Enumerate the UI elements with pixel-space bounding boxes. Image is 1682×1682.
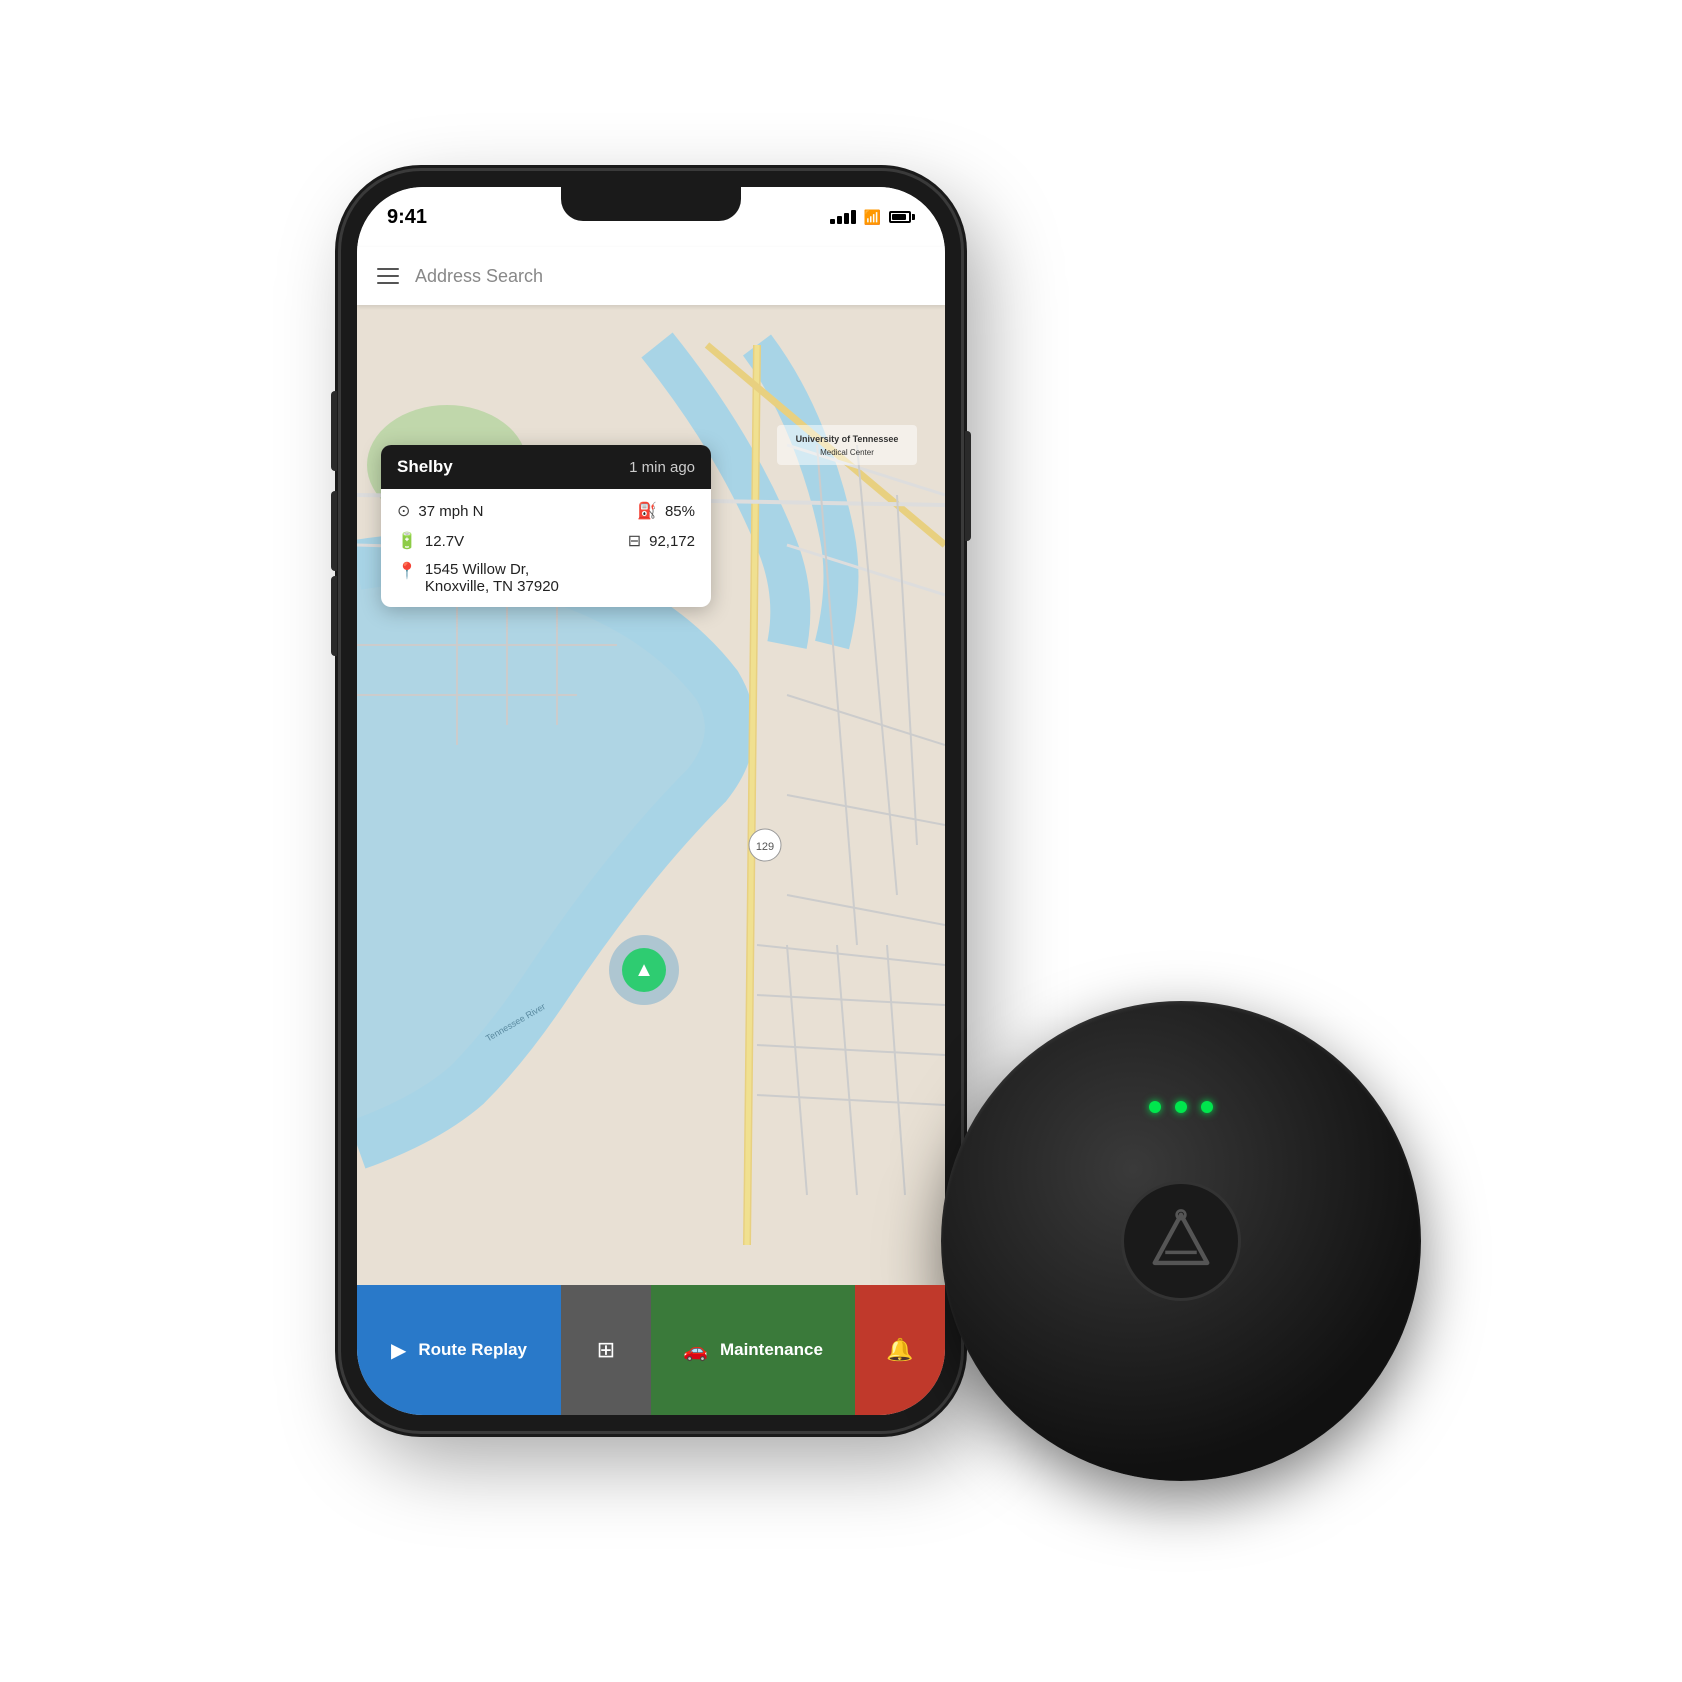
bottom-buttons: ▶ Route Replay ⊞ 🚗 Maintenance 🔔 <box>357 1285 945 1415</box>
maintenance-label: Maintenance <box>720 1340 823 1360</box>
speed-value: 37 mph N <box>418 503 483 520</box>
voltage-value: 12.7V <box>425 533 464 550</box>
battery-icon <box>889 211 915 223</box>
phone-screen: 9:41 📶 <box>357 187 945 1415</box>
speed-item: ⊙ 37 mph N <box>397 501 483 521</box>
info-card-name: Shelby <box>397 457 453 477</box>
location-inner: ▲ <box>622 948 666 992</box>
voltage-item: 🔋 12.7V <box>397 531 464 551</box>
info-card-header: Shelby 1 min ago <box>381 445 711 489</box>
info-row-speed-fuel: ⊙ 37 mph N ⛽ 85% <box>397 501 695 521</box>
odometer-item: ⊟ 92,172 <box>628 531 695 551</box>
search-input[interactable]: Address Search <box>415 266 543 287</box>
info-card: Shelby 1 min ago ⊙ 37 mph N ⛽ 85% <box>381 445 711 607</box>
alert-button[interactable]: 🔔 <box>855 1285 945 1415</box>
play-icon: ▶ <box>391 1338 406 1363</box>
fuel-item: ⛽ 85% <box>637 501 695 521</box>
gps-led-1 <box>1149 1101 1161 1113</box>
location-arrow-icon: ▲ <box>634 959 654 982</box>
battery-status-icon: 🔋 <box>397 531 417 551</box>
wifi-icon: 📶 <box>864 209 881 226</box>
svg-text:129: 129 <box>756 841 774 853</box>
fuel-value: 85% <box>665 503 695 520</box>
info-card-body: ⊙ 37 mph N ⛽ 85% 🔋 12.7V <box>381 489 711 607</box>
hamburger-menu-icon[interactable] <box>377 268 399 284</box>
odometer-icon: ⊟ <box>628 531 641 551</box>
address-line1: 1545 Willow Dr, <box>425 561 559 578</box>
status-icons: 📶 <box>830 209 915 226</box>
address-item: 📍 1545 Willow Dr, Knoxville, TN 37920 <box>397 561 695 595</box>
maintenance-button[interactable]: 🚗 Maintenance <box>651 1285 855 1415</box>
svg-text:Medical Center: Medical Center <box>820 448 874 457</box>
gps-logo-button[interactable] <box>1121 1181 1241 1301</box>
notch <box>561 187 741 221</box>
gps-logo-icon <box>1146 1206 1216 1276</box>
route-replay-label: Route Replay <box>418 1340 527 1360</box>
search-bar[interactable]: Address Search <box>357 247 945 305</box>
info-card-time: 1 min ago <box>629 459 695 476</box>
address-line2: Knoxville, TN 37920 <box>425 578 559 595</box>
car-icon: 🚗 <box>683 1338 708 1363</box>
gps-led-2 <box>1175 1101 1187 1113</box>
grid-button[interactable]: ⊞ <box>561 1285 651 1415</box>
svg-text:University of Tennessee: University of Tennessee <box>796 434 899 444</box>
speedometer-icon: ⊙ <box>397 501 410 521</box>
route-replay-button[interactable]: ▶ Route Replay <box>357 1285 561 1415</box>
fuel-icon: ⛽ <box>637 501 657 521</box>
phone: 9:41 📶 <box>341 171 961 1431</box>
gps-led-3 <box>1201 1101 1213 1113</box>
location-pulse: ▲ <box>609 935 679 1005</box>
address-text: 1545 Willow Dr, Knoxville, TN 37920 <box>425 561 559 595</box>
location-marker: ▲ <box>609 935 679 1005</box>
map-area[interactable]: 129 University of Tennessee Medical Cent… <box>357 305 945 1285</box>
location-pin-icon: 📍 <box>397 561 417 581</box>
signal-bars-icon <box>830 210 856 224</box>
grid-icon: ⊞ <box>597 1337 615 1363</box>
gps-device <box>941 1001 1421 1481</box>
gps-led-row <box>1149 1101 1213 1113</box>
scene: 9:41 📶 <box>291 141 1391 1541</box>
odometer-value: 92,172 <box>649 533 695 550</box>
bell-icon: 🔔 <box>886 1337 913 1363</box>
info-row-voltage-odometer: 🔋 12.7V ⊟ 92,172 <box>397 531 695 551</box>
status-time: 9:41 <box>387 206 427 229</box>
